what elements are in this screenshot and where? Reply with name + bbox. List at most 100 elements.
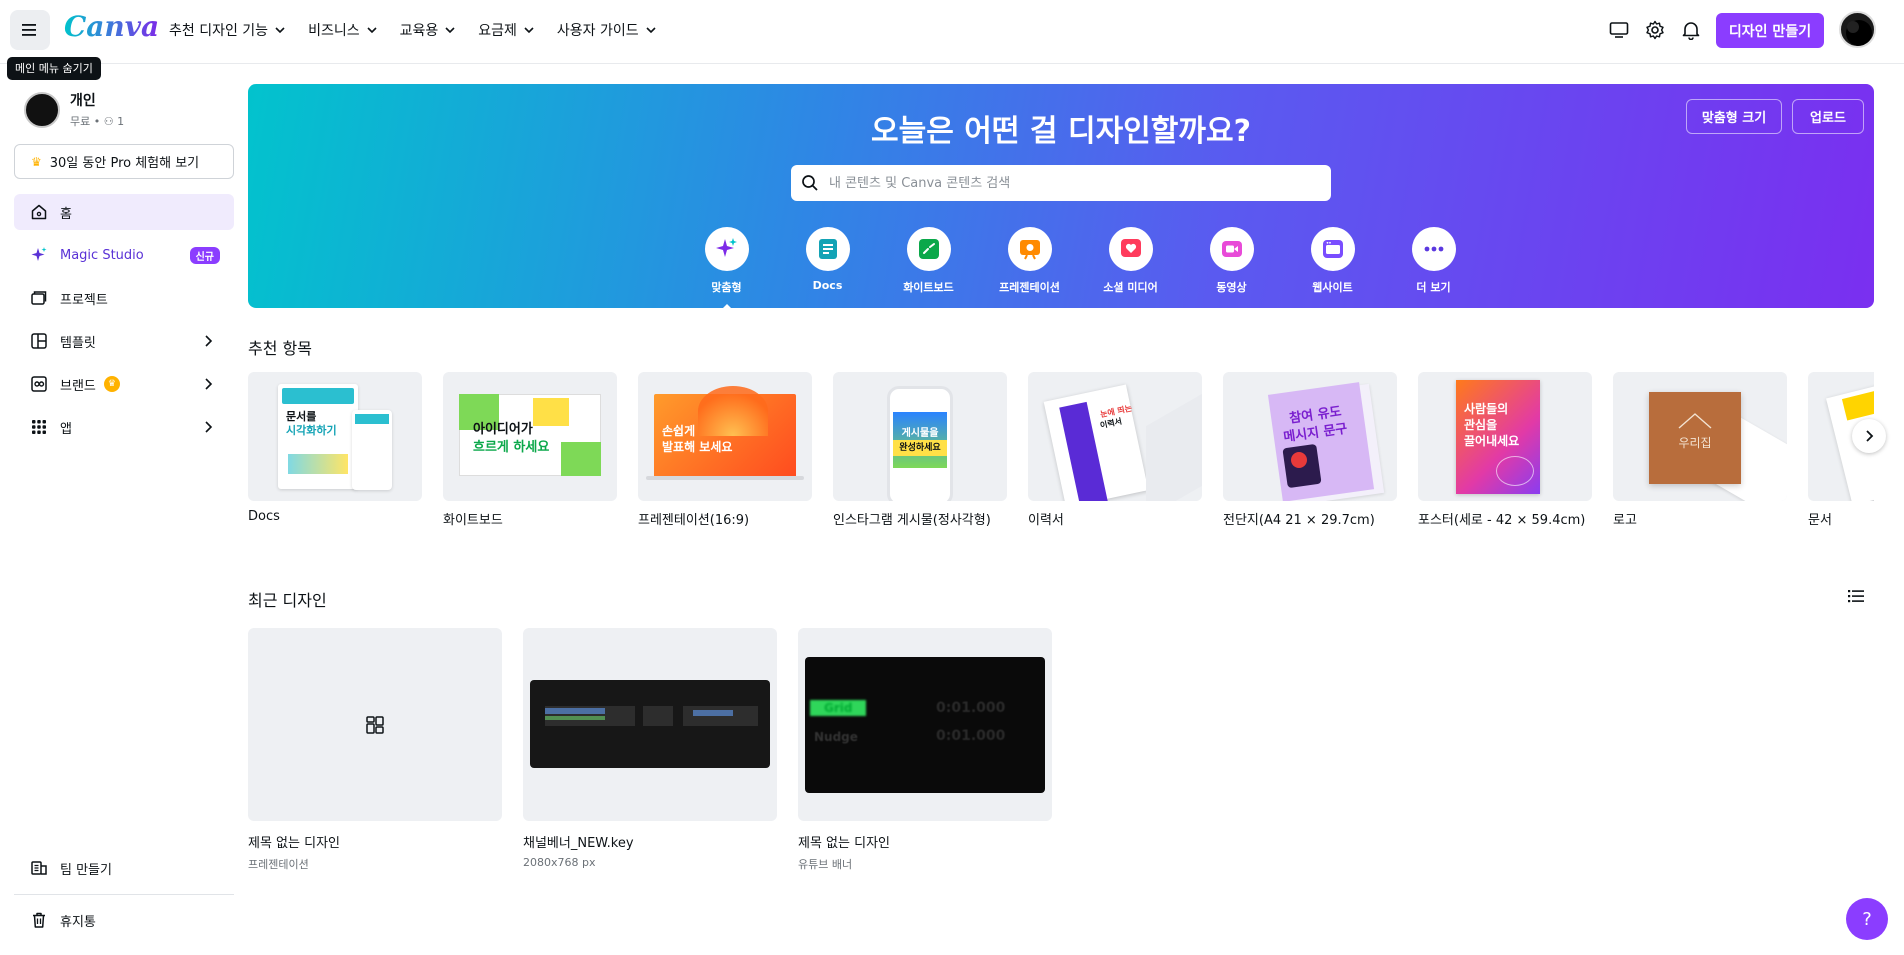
nav-pricing[interactable]: 요금제 <box>478 16 535 44</box>
upload-button[interactable]: 업로드 <box>1792 99 1864 134</box>
reco-card-logo[interactable]: 우리집 로고 <box>1613 372 1787 528</box>
recent-design-card[interactable]: Grid Nudge 0:01.000 0:01.000 제목 없는 디자인 유… <box>798 628 1052 872</box>
chevron-right-icon <box>205 335 213 347</box>
sidebar-item-label: 홈 <box>60 206 72 222</box>
canva-logo[interactable]: Canva <box>64 10 159 43</box>
sidebar-item-label: Magic Studio <box>60 247 144 263</box>
team-avatar <box>24 91 60 128</box>
user-avatar[interactable] <box>1839 11 1876 48</box>
crown-icon: ♛ <box>103 376 120 392</box>
hero-banner: 오늘은 어떤 걸 디자인할까요? 맞춤형 크기 업로드 맞춤형 Docs 화이트… <box>248 84 1874 312</box>
thumb-text: 흐르게 하세요 <box>473 440 550 455</box>
reco-card-presentation[interactable]: 손쉽게 발표해 보세요 프레젠테이션(16:9) <box>638 372 812 528</box>
category-presentation[interactable]: 프레젠테이션 <box>979 227 1080 295</box>
desktop-app-button[interactable] <box>1603 14 1635 46</box>
custom-size-button[interactable]: 맞춤형 크기 <box>1686 99 1782 134</box>
list-view-button[interactable] <box>1840 580 1872 612</box>
settings-button[interactable] <box>1639 14 1671 46</box>
reco-card-whiteboard[interactable]: 아이디어가 흐르게 하세요 화이트보드 <box>443 372 617 528</box>
thumb-text: 사람들의 <box>1464 402 1509 416</box>
recommended-carousel: 문서를 시각화하기 Docs 아이디어가 흐르게 하세요 화이트보드 손쉽게 발… <box>248 372 1874 532</box>
category-row: 맞춤형 Docs 화이트보드 프레젠테이션 소셜 미디어 동영상 웹사이트 더 … <box>676 227 1484 312</box>
reco-label: 포스터(세로 - 42 × 59.4cm) <box>1418 513 1586 528</box>
help-button[interactable]: ? <box>1846 898 1888 940</box>
sparkle-icon <box>31 247 47 261</box>
pro-trial-label: 30일 동안 Pro 체험해 보기 <box>49 156 200 171</box>
nav-label: 사용자 가이드 <box>556 23 639 39</box>
recent-title: 최근 디자인 <box>248 591 327 610</box>
main-menu-button[interactable] <box>10 10 50 50</box>
reco-card-flyer[interactable]: 참여 유도 메시지 문구 전단지(A4 21 × 29.7cm) <box>1223 372 1397 528</box>
reco-thumbnail: 문서를 시각화하기 <box>248 372 422 501</box>
home-icon <box>31 204 47 220</box>
reco-thumbnail: 우리집 <box>1613 372 1787 501</box>
reco-thumbnail: 사람들의 관심을 끌어내세요 <box>1418 372 1592 501</box>
recent-design-type: 프레젠테이션 <box>248 858 309 871</box>
selected-indicator <box>718 304 735 312</box>
reco-card-docs[interactable]: 문서를 시각화하기 Docs <box>248 372 422 524</box>
monitor-icon <box>1609 22 1629 38</box>
category-icon-wrap <box>1209 227 1254 271</box>
recent-design-card[interactable]: 제목 없는 디자인 프레젠테이션 <box>248 628 502 872</box>
whiteboard-icon <box>918 239 939 259</box>
reco-label: Docs <box>248 509 280 524</box>
sidebar-item-brand[interactable]: 브랜드 ♛ <box>14 366 234 402</box>
reco-thumbnail: 눈에 띄는 이력서 <box>1028 372 1202 501</box>
folder-icon <box>31 291 47 305</box>
carousel-next-button[interactable] <box>1852 419 1886 453</box>
reco-card-instagram[interactable]: 게시물을 완성하세요 인스타그램 게시물(정사각형) <box>833 372 1007 528</box>
category-icon-wrap <box>1411 227 1456 271</box>
nav-user-guide[interactable]: 사용자 가이드 <box>557 16 657 44</box>
sidebar-item-label: 템플릿 <box>60 335 96 351</box>
sidebar-item-projects[interactable]: 프로젝트 <box>14 280 234 316</box>
search-input[interactable] <box>827 174 1307 192</box>
category-whiteboard[interactable]: 화이트보드 <box>878 227 979 295</box>
category-label: 맞춤형 <box>711 281 742 294</box>
sidebar: 개인 무료 • ⚇ 1 ♛ 30일 동안 Pro 체험해 보기 홈 Magic … <box>0 64 240 955</box>
category-label: 동영상 <box>1216 281 1247 294</box>
nav-education[interactable]: 교육용 <box>400 16 457 44</box>
category-website[interactable]: 웹사이트 <box>1282 227 1383 295</box>
notifications-button[interactable] <box>1675 14 1707 46</box>
website-icon <box>1322 240 1343 258</box>
sidebar-item-trash[interactable]: 휴지통 <box>14 902 234 938</box>
category-label: 더 보기 <box>1416 281 1451 294</box>
thumb-text: 아이디어가 <box>473 422 533 437</box>
sidebar-item-label: 프로젝트 <box>60 292 108 308</box>
recent-thumbnail <box>248 628 502 821</box>
sidebar-item-apps[interactable]: 앱 <box>14 409 234 445</box>
thumb-text: 발표해 보세요 <box>662 440 733 454</box>
reco-thumbnail: 손쉽게 발표해 보세요 <box>638 372 812 501</box>
recent-design-card[interactable]: 채널베너_NEW.key 2080x768 px <box>523 628 777 869</box>
category-more[interactable]: 더 보기 <box>1383 227 1484 295</box>
nav-business[interactable]: 비즈니스 <box>308 16 378 44</box>
sidebar-item-magic-studio[interactable]: Magic Studio 신규 <box>14 237 234 273</box>
category-social-media[interactable]: 소셜 미디어 <box>1080 227 1181 295</box>
gear-icon <box>1646 20 1664 40</box>
recent-design-type: 유튜브 배너 <box>798 858 853 871</box>
pro-trial-button[interactable]: ♛ 30일 동안 Pro 체험해 보기 <box>14 144 234 179</box>
category-video[interactable]: 동영상 <box>1181 227 1282 295</box>
category-custom[interactable]: 맞춤형 <box>676 227 777 312</box>
search-bar[interactable] <box>791 165 1331 201</box>
sidebar-item-label: 앱 <box>60 421 72 437</box>
sparkle-icon <box>715 238 737 257</box>
sidebar-item-templates[interactable]: 템플릿 <box>14 323 234 359</box>
nav-label: 요금제 <box>478 23 517 39</box>
create-design-button[interactable]: 디자인 만들기 <box>1716 13 1824 48</box>
category-docs[interactable]: Docs <box>777 227 878 295</box>
reco-card-poster[interactable]: 사람들의 관심을 끌어내세요 포스터(세로 - 42 × 59.4cm) <box>1418 372 1592 528</box>
thumb-text: 관심을 <box>1464 418 1498 432</box>
sidebar-item-create-team[interactable]: 팀 만들기 <box>14 850 234 886</box>
team-switcher[interactable]: 개인 무료 • ⚇ 1 <box>24 90 124 129</box>
reco-label: 이력서 <box>1028 513 1064 528</box>
nav-featured[interactable]: 추천 디자인 기능 <box>169 16 286 44</box>
reco-card-resume[interactable]: 눈에 띄는 이력서 이력서 <box>1028 372 1202 528</box>
nav-label: 비즈니스 <box>308 23 360 39</box>
thumb-text: 우리집 <box>1678 436 1712 450</box>
sidebar-item-home[interactable]: 홈 <box>14 194 234 230</box>
thumb-text: 0:01.000 <box>936 728 1006 744</box>
sidebar-item-label: 휴지통 <box>60 914 96 930</box>
category-label: Docs <box>812 279 843 292</box>
more-icon <box>1424 246 1443 252</box>
